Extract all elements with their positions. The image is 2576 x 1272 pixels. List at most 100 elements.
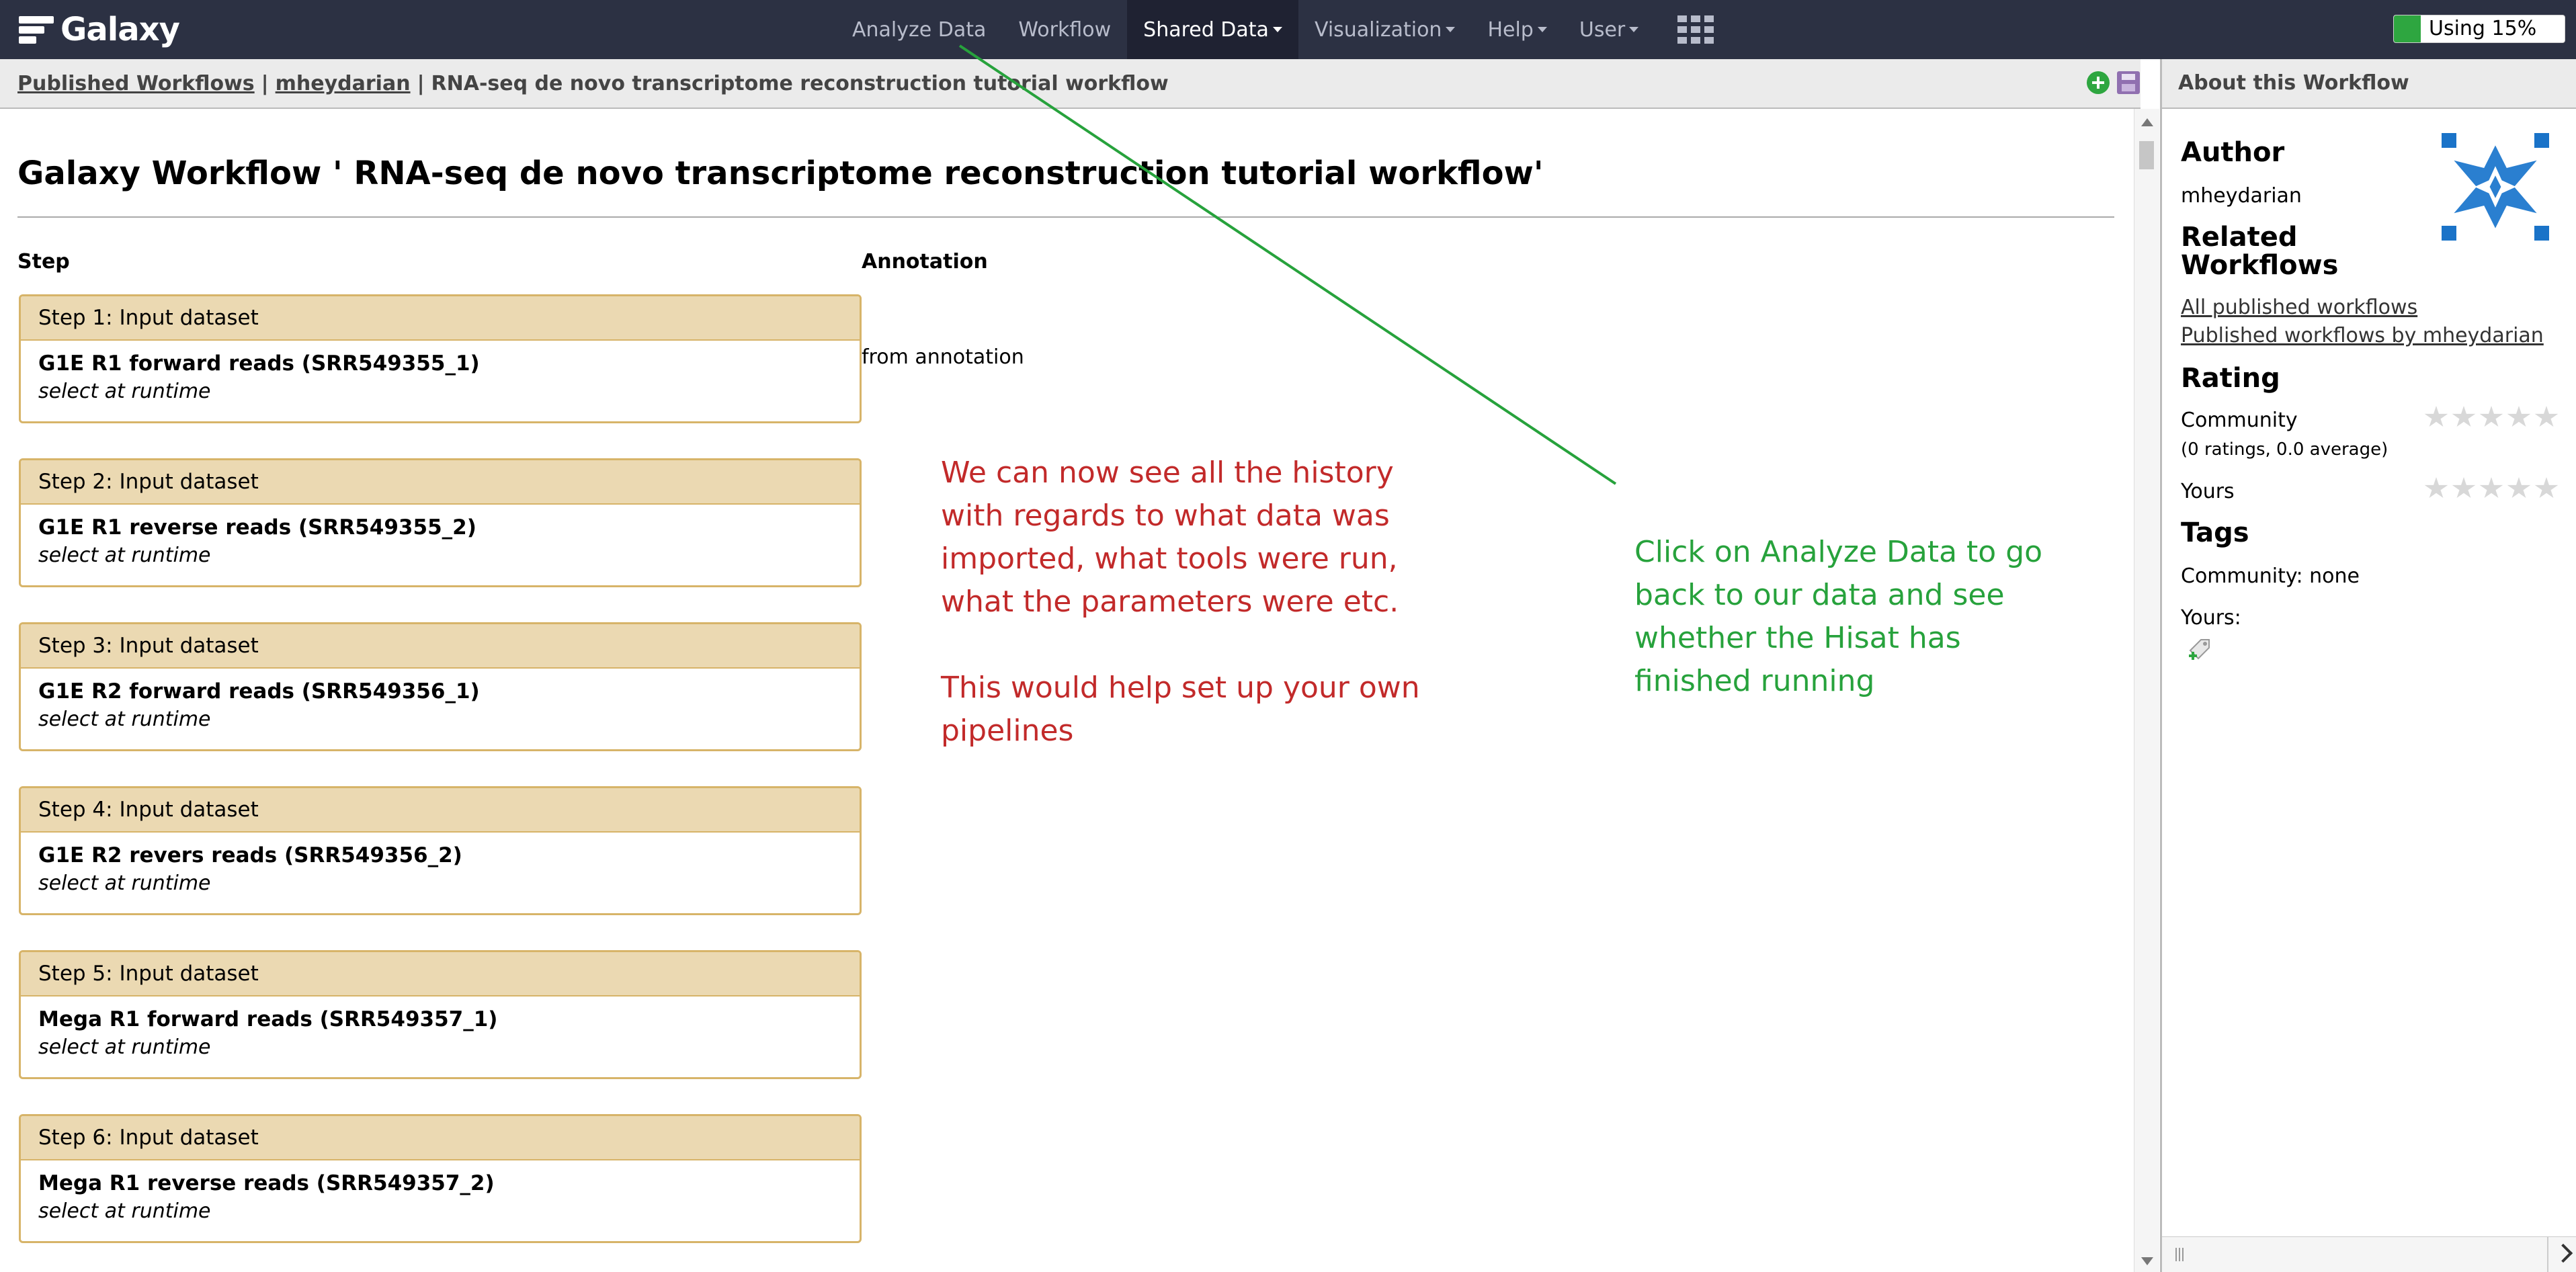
divider xyxy=(17,216,2114,218)
scrollbar-divider xyxy=(2547,1237,2548,1272)
step-header: Step 5: Input dataset xyxy=(21,952,860,997)
step-runtime: select at runtime xyxy=(38,708,211,731)
nav-visualization[interactable]: Visualization xyxy=(1298,0,1472,59)
author-name: mheydarian xyxy=(2181,184,2302,208)
scroll-down-icon[interactable] xyxy=(2141,1257,2153,1265)
step-name: Mega R1 reverse reads (SRR549357_2) xyxy=(38,1171,495,1195)
star-icon[interactable] xyxy=(2534,477,2559,498)
nav-help[interactable]: Help xyxy=(1471,0,1563,59)
selection-handle xyxy=(2534,226,2549,241)
workflow-content: Galaxy Workflow ' RNA-seq de novo transc… xyxy=(0,109,2134,1272)
main-nav: Analyze Data Workflow Shared Data Visual… xyxy=(836,0,1730,59)
callout-pipelines-text: This would help set up your own pipeline… xyxy=(941,671,1420,748)
breadcrumb-user[interactable]: mheydarian xyxy=(276,72,411,95)
caret-down-icon xyxy=(1537,27,1547,32)
star-icon xyxy=(2534,406,2559,427)
page-title: Galaxy Workflow ' RNA-seq de novo transc… xyxy=(17,155,1544,192)
step-runtime: select at runtime xyxy=(38,872,211,895)
center-titlebar: Published Workflows | mheydarian | RNA-seq d… xyxy=(0,59,2141,109)
nav-shared-data[interactable]: Shared Data xyxy=(1127,0,1298,59)
grid-apps-icon xyxy=(1677,15,1714,44)
step-runtime: select at runtime xyxy=(38,1199,211,1223)
breadcrumb-published-workflows[interactable]: Published Workflows xyxy=(17,72,255,95)
add-tag-icon[interactable] xyxy=(2186,636,2213,663)
your-rating-stars[interactable] xyxy=(2424,477,2562,500)
step-header: Step 3: Input dataset xyxy=(21,624,860,669)
tags-heading: Tags xyxy=(2181,517,2249,548)
masthead: Galaxy Analyze Data Workflow Shared Data… xyxy=(0,0,2576,59)
save-icon[interactable] xyxy=(2117,71,2140,94)
chevron-right-icon[interactable] xyxy=(2553,1243,2573,1263)
center-panel: Published Workflows | mheydarian | RNA-seq d… xyxy=(0,59,2159,1272)
selection-handle xyxy=(2534,133,2549,148)
step-card: Step 1: Input dataset G1E R1 forward rea… xyxy=(19,294,862,423)
step-runtime: select at runtime xyxy=(38,544,211,567)
galaxy-logo-icon xyxy=(19,12,54,47)
step-runtime: select at runtime xyxy=(38,380,211,403)
selection-handle xyxy=(2442,226,2456,241)
star-icon[interactable] xyxy=(2479,477,2503,498)
breadcrumb-separator: | xyxy=(417,72,425,95)
step-header: Step 4: Input dataset xyxy=(21,788,860,833)
step-card: Step 5: Input dataset Mega R1 forward re… xyxy=(19,950,862,1079)
tags-community: Community: none xyxy=(2181,564,2360,588)
rating-community-label: Community xyxy=(2181,409,2298,432)
quota-meter[interactable]: Using 15% xyxy=(2393,15,2565,43)
tags-yours-label: Yours: xyxy=(2181,606,2241,630)
step-header: Step 6: Input dataset xyxy=(21,1116,860,1160)
author-avatar xyxy=(2442,133,2549,241)
avatar-icon xyxy=(2448,140,2542,234)
right-panel-scrollbar[interactable] xyxy=(2162,1236,2576,1272)
quota-label: Using 15% xyxy=(2429,17,2537,40)
caret-down-icon xyxy=(1446,27,1456,32)
scroll-thumb[interactable] xyxy=(2139,141,2154,169)
link-all-published-workflows[interactable]: All published workflows xyxy=(2181,296,2417,319)
breadcrumb-separator: | xyxy=(261,72,269,95)
step-name: G1E R1 forward reads (SRR549355_1) xyxy=(38,351,480,376)
quota-fill xyxy=(2394,15,2421,42)
community-rating-stars xyxy=(2424,406,2562,429)
star-icon[interactable] xyxy=(2507,477,2531,498)
star-icon[interactable] xyxy=(2452,477,2476,498)
rating-yours-label: Yours xyxy=(2181,480,2235,503)
star-icon xyxy=(2507,406,2531,427)
step-header: Step 2: Input dataset xyxy=(21,460,860,505)
ratings-summary: (0 ratings, 0.0 average) xyxy=(2181,439,2388,460)
step-name: G1E R2 revers reads (SRR549356_2) xyxy=(38,843,462,867)
breadcrumb-current: RNA-seq de novo transcriptome reconstruc… xyxy=(431,72,1169,95)
step-runtime: select at runtime xyxy=(38,1035,211,1059)
step-card: Step 2: Input dataset G1E R1 reverse rea… xyxy=(19,458,862,587)
step-card: Step 4: Input dataset G1E R2 revers read… xyxy=(19,786,862,915)
nav-user[interactable]: User xyxy=(1563,0,1655,59)
author-heading: Author xyxy=(2181,137,2285,168)
link-published-by-user[interactable]: Published workflows by mheydarian xyxy=(2181,324,2544,347)
related-workflows-heading: Related Workflows xyxy=(2181,222,2339,281)
rating-heading: Rating xyxy=(2181,363,2280,394)
nav-apps[interactable] xyxy=(1655,0,1730,59)
star-icon xyxy=(2452,406,2476,427)
brand-name: Galaxy xyxy=(60,11,180,48)
step-header: Step 1: Input dataset xyxy=(21,296,860,341)
center-vertical-scrollbar[interactable] xyxy=(2134,109,2159,1272)
caret-down-icon xyxy=(1272,27,1282,32)
nav-workflow[interactable]: Workflow xyxy=(1002,0,1127,59)
right-panel-title: About this Workflow xyxy=(2162,59,2576,109)
brand[interactable]: Galaxy xyxy=(19,9,180,50)
callout-history-note: We can now see all the history with rega… xyxy=(941,452,1452,753)
step-name: G1E R2 forward reads (SRR549356_1) xyxy=(38,679,480,704)
step-card: Step 6: Input dataset Mega R1 reverse re… xyxy=(19,1114,862,1243)
drag-grip-icon[interactable] xyxy=(2175,1248,2185,1261)
step-annotation: from annotation xyxy=(862,345,1024,369)
column-header-step: Step xyxy=(17,250,70,273)
caret-down-icon xyxy=(1629,27,1639,32)
nav-analyze-data[interactable]: Analyze Data xyxy=(836,0,1002,59)
step-card: Step 3: Input dataset G1E R2 forward rea… xyxy=(19,622,862,751)
star-icon[interactable] xyxy=(2424,477,2448,498)
column-header-annotation: Annotation xyxy=(862,250,988,273)
selection-handle xyxy=(2442,133,2456,148)
breadcrumb: Published Workflows | mheydarian | RNA-seq d… xyxy=(17,72,1169,95)
step-name: Mega R1 forward reads (SRR549357_1) xyxy=(38,1007,498,1031)
import-workflow-icon[interactable] xyxy=(2087,71,2110,94)
scroll-up-icon[interactable] xyxy=(2141,118,2153,126)
step-name: G1E R1 reverse reads (SRR549355_2) xyxy=(38,515,476,540)
